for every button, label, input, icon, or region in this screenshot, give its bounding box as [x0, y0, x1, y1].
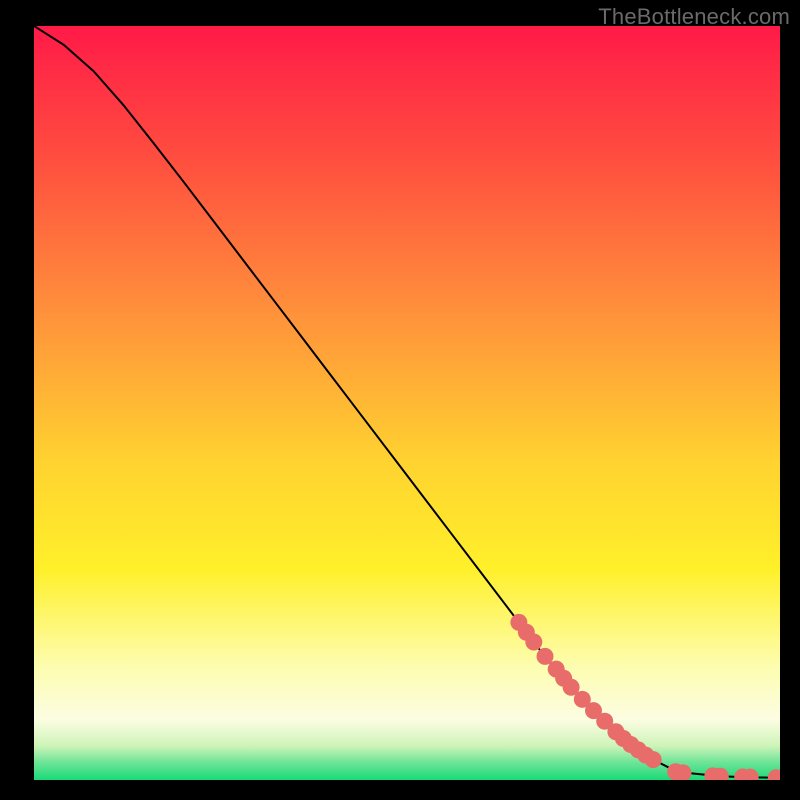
data-marker [645, 751, 662, 768]
chart-frame: TheBottleneck.com [0, 0, 800, 800]
attribution-label: TheBottleneck.com [598, 4, 790, 30]
chart-svg [34, 26, 780, 780]
gradient-background [34, 26, 780, 780]
data-marker [525, 634, 542, 651]
data-marker [537, 648, 554, 665]
plot-area [34, 26, 780, 780]
